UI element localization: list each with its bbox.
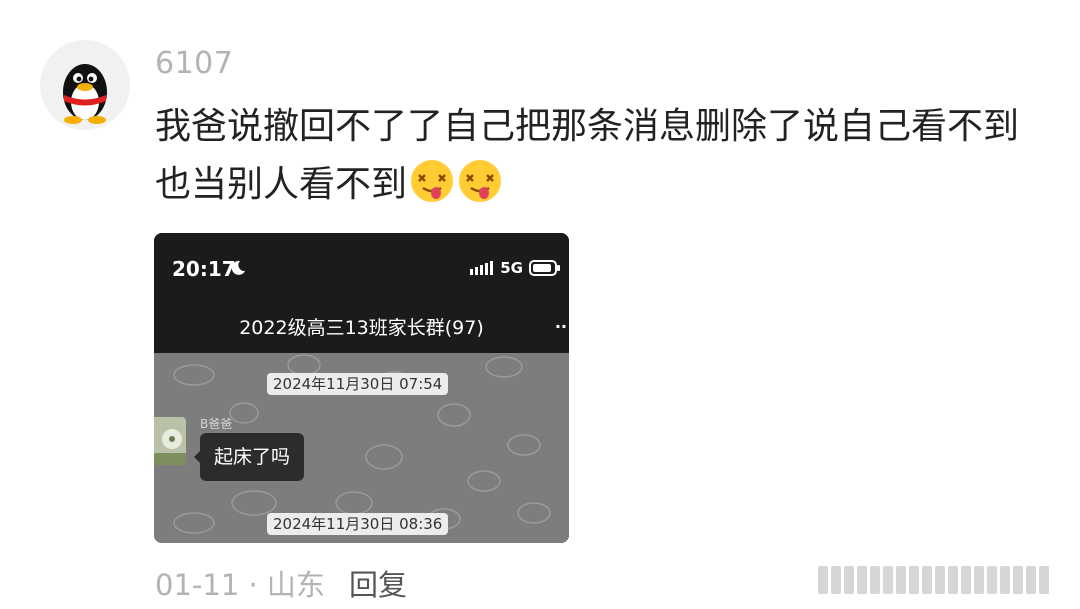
drooling-face-emoji-icon [459,160,502,202]
sender-avatar [154,417,186,465]
signal-icon [470,261,494,275]
reply-button[interactable]: 回复 [349,562,407,604]
comment-date-location: 01-11 · 山东 [155,568,325,602]
battery-icon [529,260,560,276]
attached-screenshot[interactable]: 20:17 5G 2022级高三13班家长群(97) ·· 2024年11月30… [154,233,569,543]
watermark-logo [818,563,1058,597]
network-type: 5G [500,259,523,277]
message-bubble: 起床了吗 [193,433,305,481]
screenshot-header: 20:17 5G 2022级高三13班家长群(97) ·· [154,233,569,353]
message-timestamp: 2024年11月30日 07:54 [267,373,449,395]
comment-text-block: 我爸说撤回不了了自己把那条消息删除了说自己看不到也当别人看不到 [155,98,1025,214]
sender-name: B爸爸 [200,417,233,431]
group-chat-title: 2022级高三13班家长群(97) [239,317,484,339]
comment-text: 我爸说撤回不了了自己把那条消息删除了说自己看不到也当别人看不到 [155,106,1020,205]
status-time: 20:17 [172,257,236,281]
dandelion-avatar-icon [154,429,186,465]
user-avatar[interactable] [40,40,130,130]
more-options-icon: ·· [554,317,567,336]
drooling-face-emoji-icon [411,160,454,202]
penguin-avatar-icon [63,64,107,124]
status-icons: 5G [470,259,561,277]
message-timestamp: 2024年11月30日 08:36 [267,513,449,535]
moon-icon [231,260,245,275]
comment-username[interactable]: 6107 [155,46,233,81]
chat-area: 2024年11月30日 07:54 B爸爸 起床了吗 2024年11月30日 0… [154,353,569,543]
